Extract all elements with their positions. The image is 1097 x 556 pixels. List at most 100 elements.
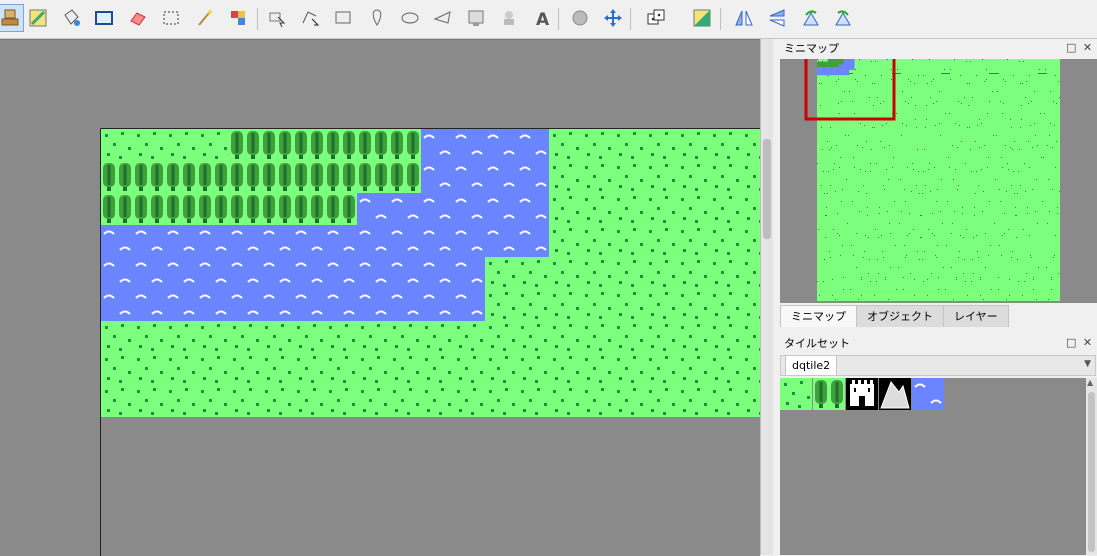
chevron-down-icon[interactable]: ▼	[1084, 359, 1091, 369]
map-tile[interactable]	[645, 353, 677, 385]
world-tool-tool-button[interactable]	[566, 4, 594, 32]
map-tile[interactable]	[453, 193, 485, 225]
map-tile[interactable]	[133, 161, 165, 193]
rotate-left-tool-button[interactable]	[797, 4, 825, 32]
map-tile[interactable]	[517, 193, 549, 225]
map-tile[interactable]	[517, 129, 549, 161]
map-tile[interactable]	[325, 129, 357, 161]
map-tile[interactable]	[357, 161, 389, 193]
map-tile[interactable]	[421, 385, 453, 417]
tileset-view[interactable]	[780, 378, 1086, 555]
map-tile[interactable]	[645, 289, 677, 321]
map-tile[interactable]	[741, 129, 760, 161]
select-objects-tool-button[interactable]	[263, 4, 291, 32]
map-tile[interactable]	[549, 353, 581, 385]
map-tile[interactable]	[229, 129, 261, 161]
map-tile[interactable]	[677, 193, 709, 225]
map-canvas-area[interactable]	[0, 39, 760, 556]
map-tile[interactable]	[357, 385, 389, 417]
map-tile[interactable]	[261, 353, 293, 385]
map-tile[interactable]	[133, 193, 165, 225]
map-tile[interactable]	[549, 385, 581, 417]
map-tile[interactable]	[581, 193, 613, 225]
map-tile[interactable]	[581, 129, 613, 161]
map-tile[interactable]	[421, 225, 453, 257]
stamp-brush-tool-button[interactable]	[0, 4, 24, 32]
map-tile[interactable]	[261, 225, 293, 257]
map-tile[interactable]	[101, 193, 133, 225]
map-tile[interactable]	[517, 353, 549, 385]
map-tile[interactable]	[165, 289, 197, 321]
map-tile[interactable]	[645, 161, 677, 193]
flip-horizontal-tool-button[interactable]	[730, 4, 758, 32]
map-tile[interactable]	[325, 385, 357, 417]
map-vertical-scrollbar[interactable]	[760, 39, 773, 555]
map-tile[interactable]	[165, 385, 197, 417]
map-tile[interactable]	[133, 353, 165, 385]
map-tile[interactable]	[613, 161, 645, 193]
map-tile[interactable]	[261, 161, 293, 193]
map-tile[interactable]	[165, 193, 197, 225]
map-tile[interactable]	[261, 129, 293, 161]
insert-rectangle-tool-button[interactable]	[329, 4, 357, 32]
map-tile[interactable]	[261, 193, 293, 225]
insert-point-tool-button[interactable]	[363, 4, 391, 32]
bucket-fill-tool-button[interactable]	[57, 4, 85, 32]
map-tile[interactable]	[325, 289, 357, 321]
map-tile[interactable]	[165, 353, 197, 385]
map-tile[interactable]	[517, 161, 549, 193]
map-tile[interactable]	[101, 225, 133, 257]
map-tile[interactable]	[357, 353, 389, 385]
map-tile[interactable]	[677, 129, 709, 161]
map-tile[interactable]	[453, 225, 485, 257]
map-tile[interactable]	[709, 385, 741, 417]
map-tile[interactable]	[549, 193, 581, 225]
map-tile[interactable]	[453, 289, 485, 321]
map-tile[interactable]	[677, 321, 709, 353]
map-tile[interactable]	[709, 129, 741, 161]
map-tile[interactable]	[709, 161, 741, 193]
map-tile[interactable]	[677, 225, 709, 257]
map-tile[interactable]	[357, 225, 389, 257]
move-tool-button[interactable]	[599, 4, 627, 32]
map-tile[interactable]	[613, 193, 645, 225]
tileset-tile-tree[interactable]	[813, 378, 845, 410]
map-tile[interactable]	[517, 321, 549, 353]
close-icon[interactable]: ✕	[1083, 41, 1092, 54]
map-tile[interactable]	[389, 129, 421, 161]
map-tile[interactable]	[325, 353, 357, 385]
map-tile[interactable]	[645, 385, 677, 417]
map-tile[interactable]	[197, 385, 229, 417]
map-canvas[interactable]	[0, 40, 760, 556]
map-tile[interactable]	[389, 353, 421, 385]
map-tile[interactable]	[133, 225, 165, 257]
eraser-tool-button[interactable]	[124, 4, 152, 32]
map-tile[interactable]	[229, 353, 261, 385]
tileset-scrollbar[interactable]: ▲	[1086, 378, 1097, 555]
map-tile[interactable]	[421, 161, 453, 193]
map-tile[interactable]	[229, 193, 261, 225]
insert-text-tool-button[interactable]: A	[528, 4, 556, 32]
map-tile[interactable]	[741, 161, 760, 193]
map-tile[interactable]	[133, 321, 165, 353]
map-tile[interactable]	[133, 289, 165, 321]
map-tile[interactable]	[325, 225, 357, 257]
map-tile[interactable]	[197, 129, 229, 161]
map-tile[interactable]	[421, 193, 453, 225]
close-icon[interactable]: ✕	[1083, 336, 1092, 349]
map-tile[interactable]	[165, 161, 197, 193]
map-tile[interactable]	[293, 193, 325, 225]
map-tile[interactable]	[325, 193, 357, 225]
tab-layers[interactable]: レイヤー	[943, 305, 1009, 327]
map-tile[interactable]	[709, 289, 741, 321]
map-tile[interactable]	[261, 257, 293, 289]
map-tile[interactable]	[293, 289, 325, 321]
map-tile[interactable]	[581, 321, 613, 353]
map-tile[interactable]	[485, 161, 517, 193]
tab-minimap[interactable]: ミニマップ	[780, 305, 857, 327]
map-tile[interactable]	[549, 289, 581, 321]
tileset-selector[interactable]: dqtile2 ▼	[780, 355, 1096, 376]
tileset-tile-grass[interactable]	[780, 378, 812, 410]
map-tile[interactable]	[677, 353, 709, 385]
map-tile[interactable]	[485, 353, 517, 385]
